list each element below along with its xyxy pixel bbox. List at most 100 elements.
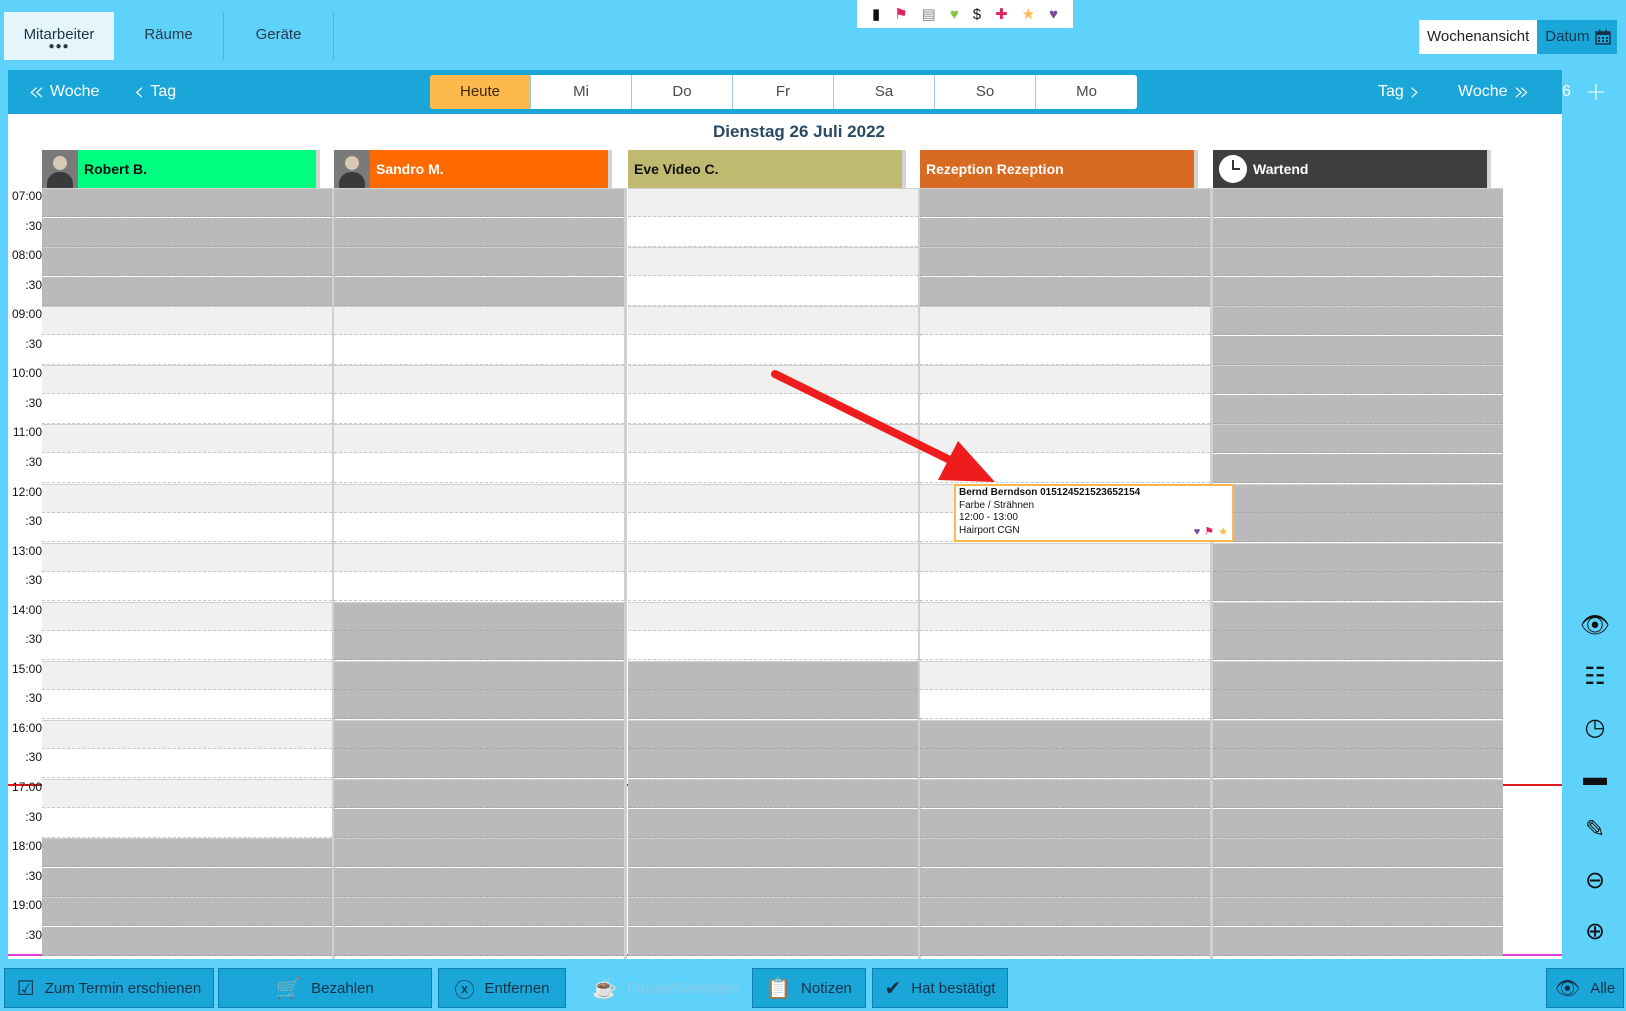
staff-column[interactable] (1213, 188, 1503, 959)
day-tab-heute[interactable]: Heute (430, 75, 531, 109)
notes-edit-icon[interactable]: ✎ (1578, 812, 1612, 846)
dollar-icon[interactable]: $ (973, 7, 981, 22)
time-slot[interactable] (42, 779, 332, 808)
time-slot[interactable] (42, 453, 332, 483)
time-slot[interactable] (42, 690, 332, 720)
group-icon[interactable]: ☷ (1578, 659, 1612, 693)
time-slot[interactable] (334, 394, 624, 424)
zoom-out-icon[interactable]: ⊖ (1578, 863, 1612, 897)
time-slot[interactable] (920, 306, 1210, 336)
time-slot[interactable] (42, 513, 332, 543)
remove-button[interactable]: ⓧ Entfernen (438, 968, 566, 1008)
time-slot[interactable] (628, 572, 918, 602)
time-slot[interactable] (920, 453, 1210, 483)
notes-button[interactable]: 📋 Notizen (752, 968, 866, 1008)
time-slot[interactable] (42, 749, 332, 779)
zoom-in-icon[interactable]: ⊕ (1578, 914, 1612, 948)
time-slot[interactable] (628, 247, 918, 277)
staff-header-wartend[interactable]: Wartend (1213, 150, 1491, 188)
staff-column[interactable] (920, 188, 1210, 959)
print-icon[interactable]: ▬ (1578, 761, 1612, 795)
time-slot[interactable] (628, 453, 918, 483)
time-slot[interactable] (628, 365, 918, 395)
day-tab-mi[interactable]: Mi (531, 75, 632, 109)
time-slot[interactable] (920, 601, 1210, 631)
time-slot[interactable] (42, 424, 332, 454)
tab-mitarbeiter[interactable]: Mitarbeiter ●●● (4, 12, 114, 60)
prev-week-button[interactable]: « Woche (28, 70, 99, 114)
time-slot[interactable] (42, 483, 332, 513)
time-slot[interactable] (334, 424, 624, 454)
time-slot[interactable] (334, 513, 624, 543)
tab-raeume[interactable]: Räume (114, 12, 224, 60)
broken-heart-icon[interactable]: ♥ (1049, 7, 1058, 22)
time-slot[interactable] (920, 660, 1210, 690)
time-slot[interactable] (628, 631, 918, 661)
heart-icon[interactable]: ♥ (950, 7, 959, 22)
next-day-button[interactable]: Tag › (1378, 70, 1420, 114)
time-slot[interactable] (920, 394, 1210, 424)
hide-icon[interactable]: 👁 (1578, 608, 1612, 642)
day-tab-do[interactable]: Do (632, 75, 733, 109)
flag-icon[interactable]: ⚑ (894, 7, 907, 22)
time-slot[interactable] (920, 631, 1210, 661)
time-slot[interactable] (920, 424, 1210, 454)
time-slot[interactable] (334, 483, 624, 513)
time-slot[interactable] (42, 306, 332, 336)
column-count-control[interactable]: 6 + (1562, 70, 1607, 114)
time-slot[interactable] (42, 365, 332, 395)
day-tab-sa[interactable]: Sa (834, 75, 935, 109)
time-slot[interactable] (42, 631, 332, 661)
staff-column[interactable] (42, 188, 332, 959)
plus-icon[interactable]: ✚ (995, 7, 1008, 22)
staff-header-rezeption-rezeption[interactable]: Rezeption Rezeption (920, 150, 1198, 188)
day-tab-so[interactable]: So (935, 75, 1036, 109)
clock-icon[interactable]: ◷ (1578, 710, 1612, 744)
confirmed-button[interactable]: ✔ Hat bestätigt (872, 968, 1008, 1008)
time-slot[interactable] (334, 306, 624, 336)
prev-day-button[interactable]: ‹ Tag (134, 70, 176, 114)
time-slot[interactable] (920, 365, 1210, 395)
phone-icon[interactable]: ▮ (872, 7, 880, 22)
tab-geraete[interactable]: Geräte (224, 12, 334, 60)
more-dots-icon[interactable]: ●●● (4, 42, 114, 52)
staff-header-eve-video-c[interactable]: Eve Video C. (628, 150, 906, 188)
time-slot[interactable] (334, 572, 624, 602)
staff-header-sandro-m[interactable]: Sandro M. (334, 150, 612, 188)
time-slot[interactable] (628, 276, 918, 306)
time-slot[interactable] (42, 335, 332, 365)
time-slot[interactable] (628, 394, 918, 424)
time-slot[interactable] (42, 394, 332, 424)
time-slot[interactable] (628, 335, 918, 365)
pay-button[interactable]: 🛒 Bezahlen (218, 968, 432, 1008)
time-slot[interactable] (42, 660, 332, 690)
time-slot[interactable] (42, 572, 332, 602)
star-icon[interactable]: ★ (1022, 7, 1035, 22)
time-slot[interactable] (42, 542, 332, 572)
time-slot[interactable] (42, 719, 332, 749)
time-slot[interactable] (920, 542, 1210, 572)
clipboard-icon[interactable]: ▤ (922, 7, 936, 22)
all-button[interactable]: 👁 Alle (1546, 968, 1624, 1008)
week-view-button[interactable]: Wochenansicht (1419, 20, 1538, 54)
staff-column[interactable] (628, 188, 918, 959)
time-slot[interactable] (920, 335, 1210, 365)
time-slot[interactable] (628, 513, 918, 543)
time-slot[interactable] (42, 808, 332, 838)
time-slot[interactable] (628, 424, 918, 454)
time-slot[interactable] (920, 690, 1210, 720)
time-slot[interactable] (920, 572, 1210, 602)
next-week-button[interactable]: Woche » (1458, 70, 1529, 114)
time-slot[interactable] (628, 217, 918, 247)
day-tab-mo[interactable]: Mo (1036, 75, 1137, 109)
time-slot[interactable] (334, 365, 624, 395)
day-tab-fr[interactable]: Fr (733, 75, 834, 109)
time-slot[interactable] (334, 453, 624, 483)
appeared-button[interactable]: ☑ Zum Termin erschienen (4, 968, 214, 1008)
time-slot[interactable] (334, 335, 624, 365)
time-slot[interactable] (628, 601, 918, 631)
appointment-card[interactable]: Bernd Berndson 015124521523652154 Farbe … (954, 484, 1234, 542)
time-slot[interactable] (628, 542, 918, 572)
time-slot[interactable] (628, 188, 918, 217)
time-slot[interactable] (334, 542, 624, 572)
